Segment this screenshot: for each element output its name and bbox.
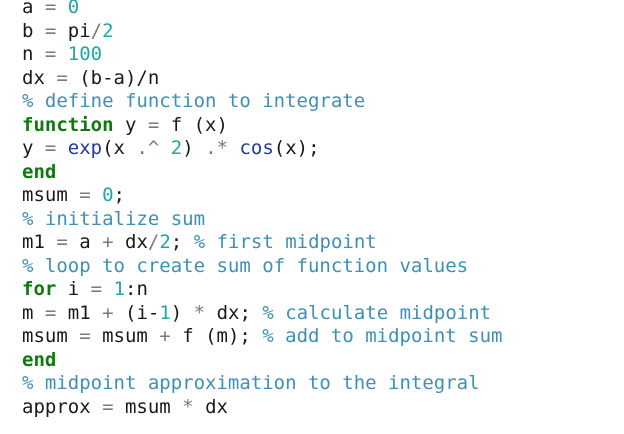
code-text: ; <box>170 231 194 253</box>
code-number: 2 <box>170 137 183 159</box>
code-text: msum <box>22 184 68 206</box>
code-operator: = <box>33 301 68 324</box>
code-text: i <box>56 278 91 300</box>
code-text: dx; <box>205 301 263 324</box>
code-comment: % initialize sum <box>22 207 206 230</box>
code-operator: + <box>102 301 114 324</box>
code-operator: = <box>33 19 68 42</box>
code-text: :n <box>125 278 148 300</box>
code-text: (x); <box>273 137 320 159</box>
code-operator: * <box>193 301 206 324</box>
code-comment: % first midpoint <box>193 231 377 253</box>
code-comment: % define function to integrate <box>22 90 366 112</box>
code-text: m1 <box>67 301 103 324</box>
code-comment: % midpoint approximation to the integral <box>22 372 480 394</box>
code-operator: = <box>67 184 103 206</box>
code-line: % define function to integrate <box>22 90 622 114</box>
code-line: % loop to create sum of function values <box>22 255 622 279</box>
code-line: a = 0 <box>22 0 622 20</box>
code-text: ) <box>170 301 194 324</box>
code-keyword: end <box>22 160 57 183</box>
code-text: n <box>22 43 34 65</box>
code-text: a <box>22 0 34 18</box>
code-line: end <box>22 349 622 373</box>
code-operator: / <box>147 231 160 253</box>
code-operator: .^ <box>136 137 160 159</box>
code-number: 0 <box>102 184 114 206</box>
code-operator: = <box>44 66 80 89</box>
code-keyword: end <box>22 348 57 371</box>
code-operator: = <box>67 325 103 347</box>
code-line: % initialize sum <box>22 208 622 232</box>
code-number: 1 <box>159 301 171 324</box>
code-line: m1 = a + dx/2; % first midpoint <box>22 231 622 255</box>
code-text: dx <box>22 66 45 89</box>
code-text: m1 <box>22 231 45 253</box>
code-operator: = <box>90 278 103 300</box>
code-text: (x <box>102 137 137 159</box>
code-number: 100 <box>67 43 103 65</box>
code-text: f (m); <box>170 325 263 347</box>
code-text: ) <box>182 137 206 159</box>
code-number: 0 <box>67 0 80 18</box>
code-number: 1 <box>113 278 126 300</box>
code-keyword: for <box>22 278 57 300</box>
code-operator: = <box>33 0 68 18</box>
code-line: y = exp(x .^ 2) .* cos(x); <box>22 137 622 161</box>
code-line: msum = 0; <box>22 184 622 208</box>
code-operator: = <box>90 395 125 418</box>
code-text: approx <box>22 395 91 418</box>
code-line: approx = msum * dx <box>22 396 622 420</box>
code-keyword: function <box>22 113 114 136</box>
code-operator: = <box>44 231 80 253</box>
code-text: msum <box>22 325 68 347</box>
code-line: m = m1 + (i-1) * dx; % calculate midpoin… <box>22 302 622 326</box>
code-operator: + <box>159 325 171 347</box>
code-text: dx <box>113 231 148 253</box>
code-line: n = 100 <box>22 43 622 67</box>
code-line: for i = 1:n <box>22 278 622 302</box>
code-text: dx <box>193 395 228 418</box>
code-number: 2 <box>159 231 171 253</box>
code-text: msum <box>124 395 183 418</box>
code-text: f (x) <box>159 113 228 136</box>
code-text: ; <box>113 184 125 206</box>
code-comment: % loop to create sum of function values <box>22 254 469 277</box>
code-text: y <box>22 137 34 159</box>
code-operator: = <box>33 137 68 159</box>
code-comment: % add to midpoint sum <box>262 325 503 347</box>
code-line: % midpoint approximation to the integral <box>22 372 622 396</box>
code-text: a <box>79 231 103 253</box>
code-line: end <box>22 161 622 185</box>
code-text: m <box>22 301 34 324</box>
code-editor[interactable]: a = 0b = pi/2 n = 100 dx = (b-a)/n% define… <box>22 0 622 434</box>
code-text: pi <box>67 19 91 42</box>
code-line: msum = msum + f (m); % add to midpoint s… <box>22 325 622 349</box>
code-line: function y = f (x) <box>22 114 622 138</box>
code-operator: / <box>90 19 103 42</box>
code-operator: + <box>102 231 114 253</box>
code-line: dx = (b-a)/n <box>22 67 622 91</box>
code-operator: = <box>147 113 160 136</box>
code-comment: % calculate midpoint <box>262 301 492 324</box>
code-operator: * <box>182 395 194 418</box>
code-builtin-function: cos <box>239 137 274 159</box>
code-operator: .* <box>205 137 229 159</box>
code-number: 2 <box>102 19 114 42</box>
code-text: (i- <box>113 301 160 324</box>
code-text: msum <box>102 325 160 347</box>
code-text: y <box>113 113 148 136</box>
code-text: b <box>22 19 34 42</box>
code-line: b = pi/2 <box>22 20 622 44</box>
code-operator: = <box>33 43 68 65</box>
code-builtin-function: exp <box>67 137 103 159</box>
code-text: (b-a)/n <box>79 66 160 89</box>
